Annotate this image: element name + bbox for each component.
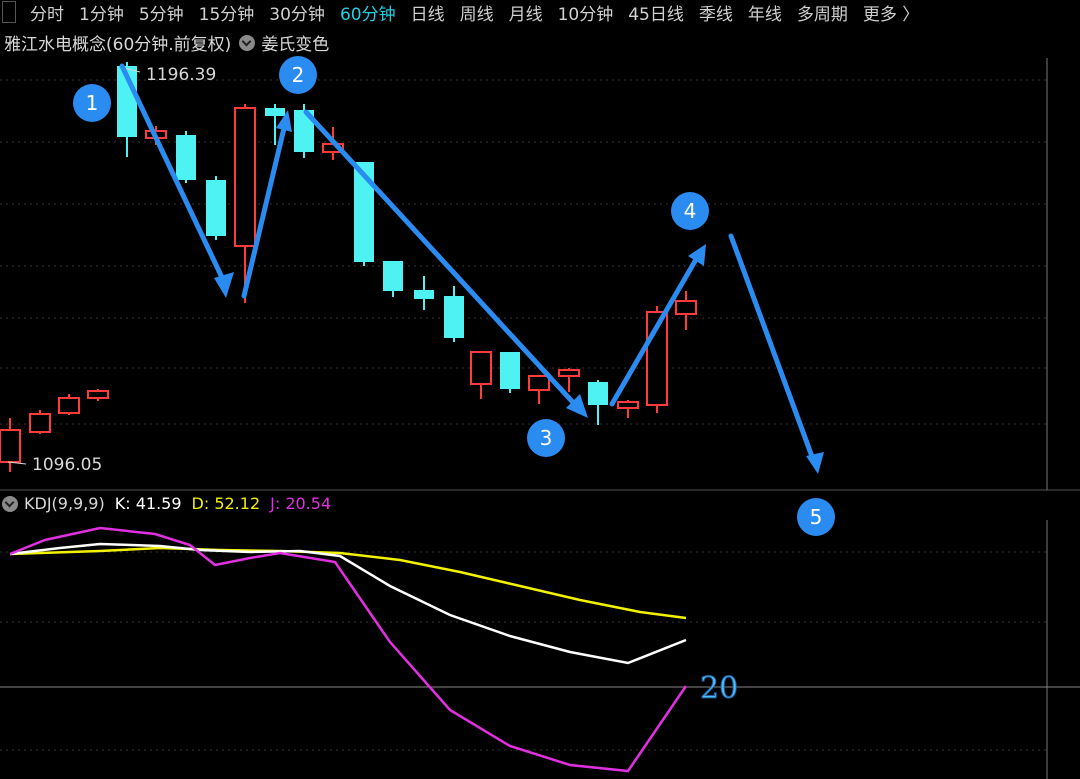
candle-up <box>0 418 21 472</box>
low-price-label: 1096.05 <box>32 455 102 475</box>
kdj-d-value: D: 52.12 <box>191 494 261 513</box>
candle-down <box>500 352 520 393</box>
kdj-level-value: 20 <box>700 671 738 706</box>
kdj-indicator-bar: KDJ(9,9,9) K: 41.59 D: 52.12 J: 20.54 <box>2 494 341 513</box>
candle-up <box>617 400 639 418</box>
candle-down <box>414 276 434 310</box>
wave-marker-label: 1 <box>86 91 99 115</box>
chevron-down-icon[interactable] <box>2 495 18 512</box>
high-price-label: 1196.39 <box>146 65 216 85</box>
wave-marker-label: 4 <box>684 199 697 223</box>
wave-marker-label: 5 <box>810 505 823 529</box>
wave-arrow-5 <box>728 233 817 465</box>
wave-marker-label: 2 <box>292 63 305 87</box>
candle-down <box>444 286 464 342</box>
kdj-j-value: J: 20.54 <box>270 494 332 513</box>
wave-arrowheads <box>214 110 824 474</box>
kdj-k-value: K: 41.59 <box>114 494 182 513</box>
candle-up <box>675 291 697 330</box>
wave-marker-2: 2 <box>279 56 317 94</box>
chart-canvas: 1196.39 1096.05 20 1 2 3 4 5 <box>0 56 1080 779</box>
wave-marker-label: 3 <box>540 426 553 450</box>
wave-marker-1: 1 <box>73 84 111 122</box>
candle-down <box>206 176 226 240</box>
candle-down <box>383 261 403 297</box>
kdj-k-line <box>9 542 687 665</box>
wave-arrows <box>119 63 817 465</box>
kdj-j-line <box>9 526 688 773</box>
kdj-name[interactable]: KDJ(9,9,9) <box>24 494 105 513</box>
wave-marker-3: 3 <box>527 419 565 457</box>
price-grid <box>0 79 1046 751</box>
candle-up <box>470 351 492 399</box>
candle-down <box>176 131 196 183</box>
wave-marker-5: 5 <box>797 498 835 536</box>
candle-down <box>588 380 608 425</box>
candle-up <box>58 394 80 415</box>
wave-arrow-1 <box>119 63 229 289</box>
candle-up <box>528 375 550 404</box>
candlestick-series <box>0 62 697 472</box>
candle-up <box>29 410 51 434</box>
wave-marker-4: 4 <box>671 192 709 230</box>
wave-arrow-3 <box>303 109 583 413</box>
candle-up <box>87 389 109 401</box>
